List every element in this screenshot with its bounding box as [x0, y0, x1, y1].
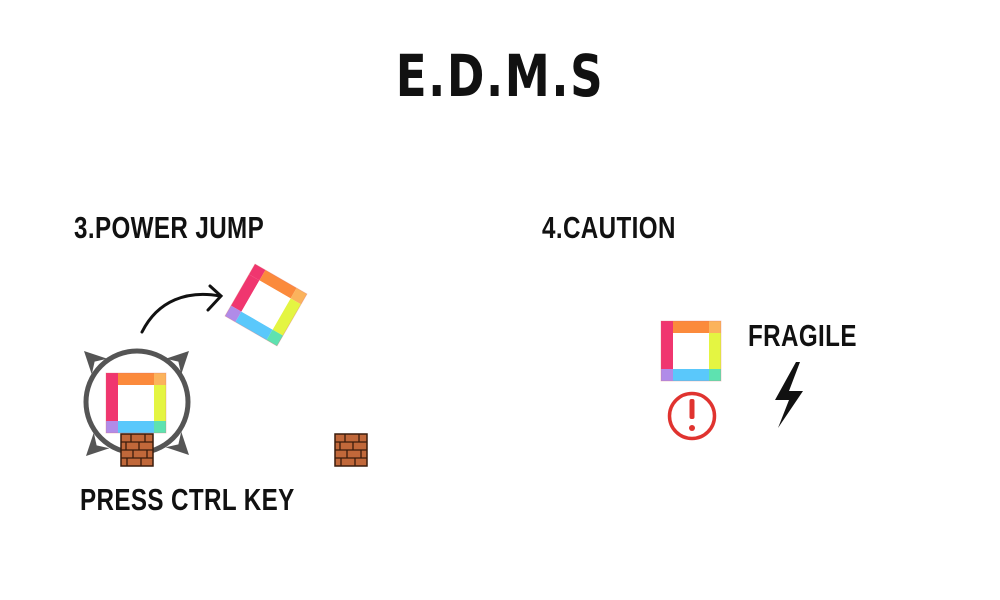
rainbow-block-icon	[224, 263, 308, 347]
brick-tile-icon	[120, 433, 154, 467]
brick-tile-icon	[334, 433, 368, 467]
curved-arrow-icon	[140, 284, 224, 334]
warning-circle-icon	[667, 391, 717, 441]
rainbow-block-icon	[105, 372, 167, 434]
lightning-bolt-icon	[775, 362, 803, 428]
rainbow-block-icon	[660, 320, 722, 382]
illustration-canvas	[76, 263, 803, 467]
